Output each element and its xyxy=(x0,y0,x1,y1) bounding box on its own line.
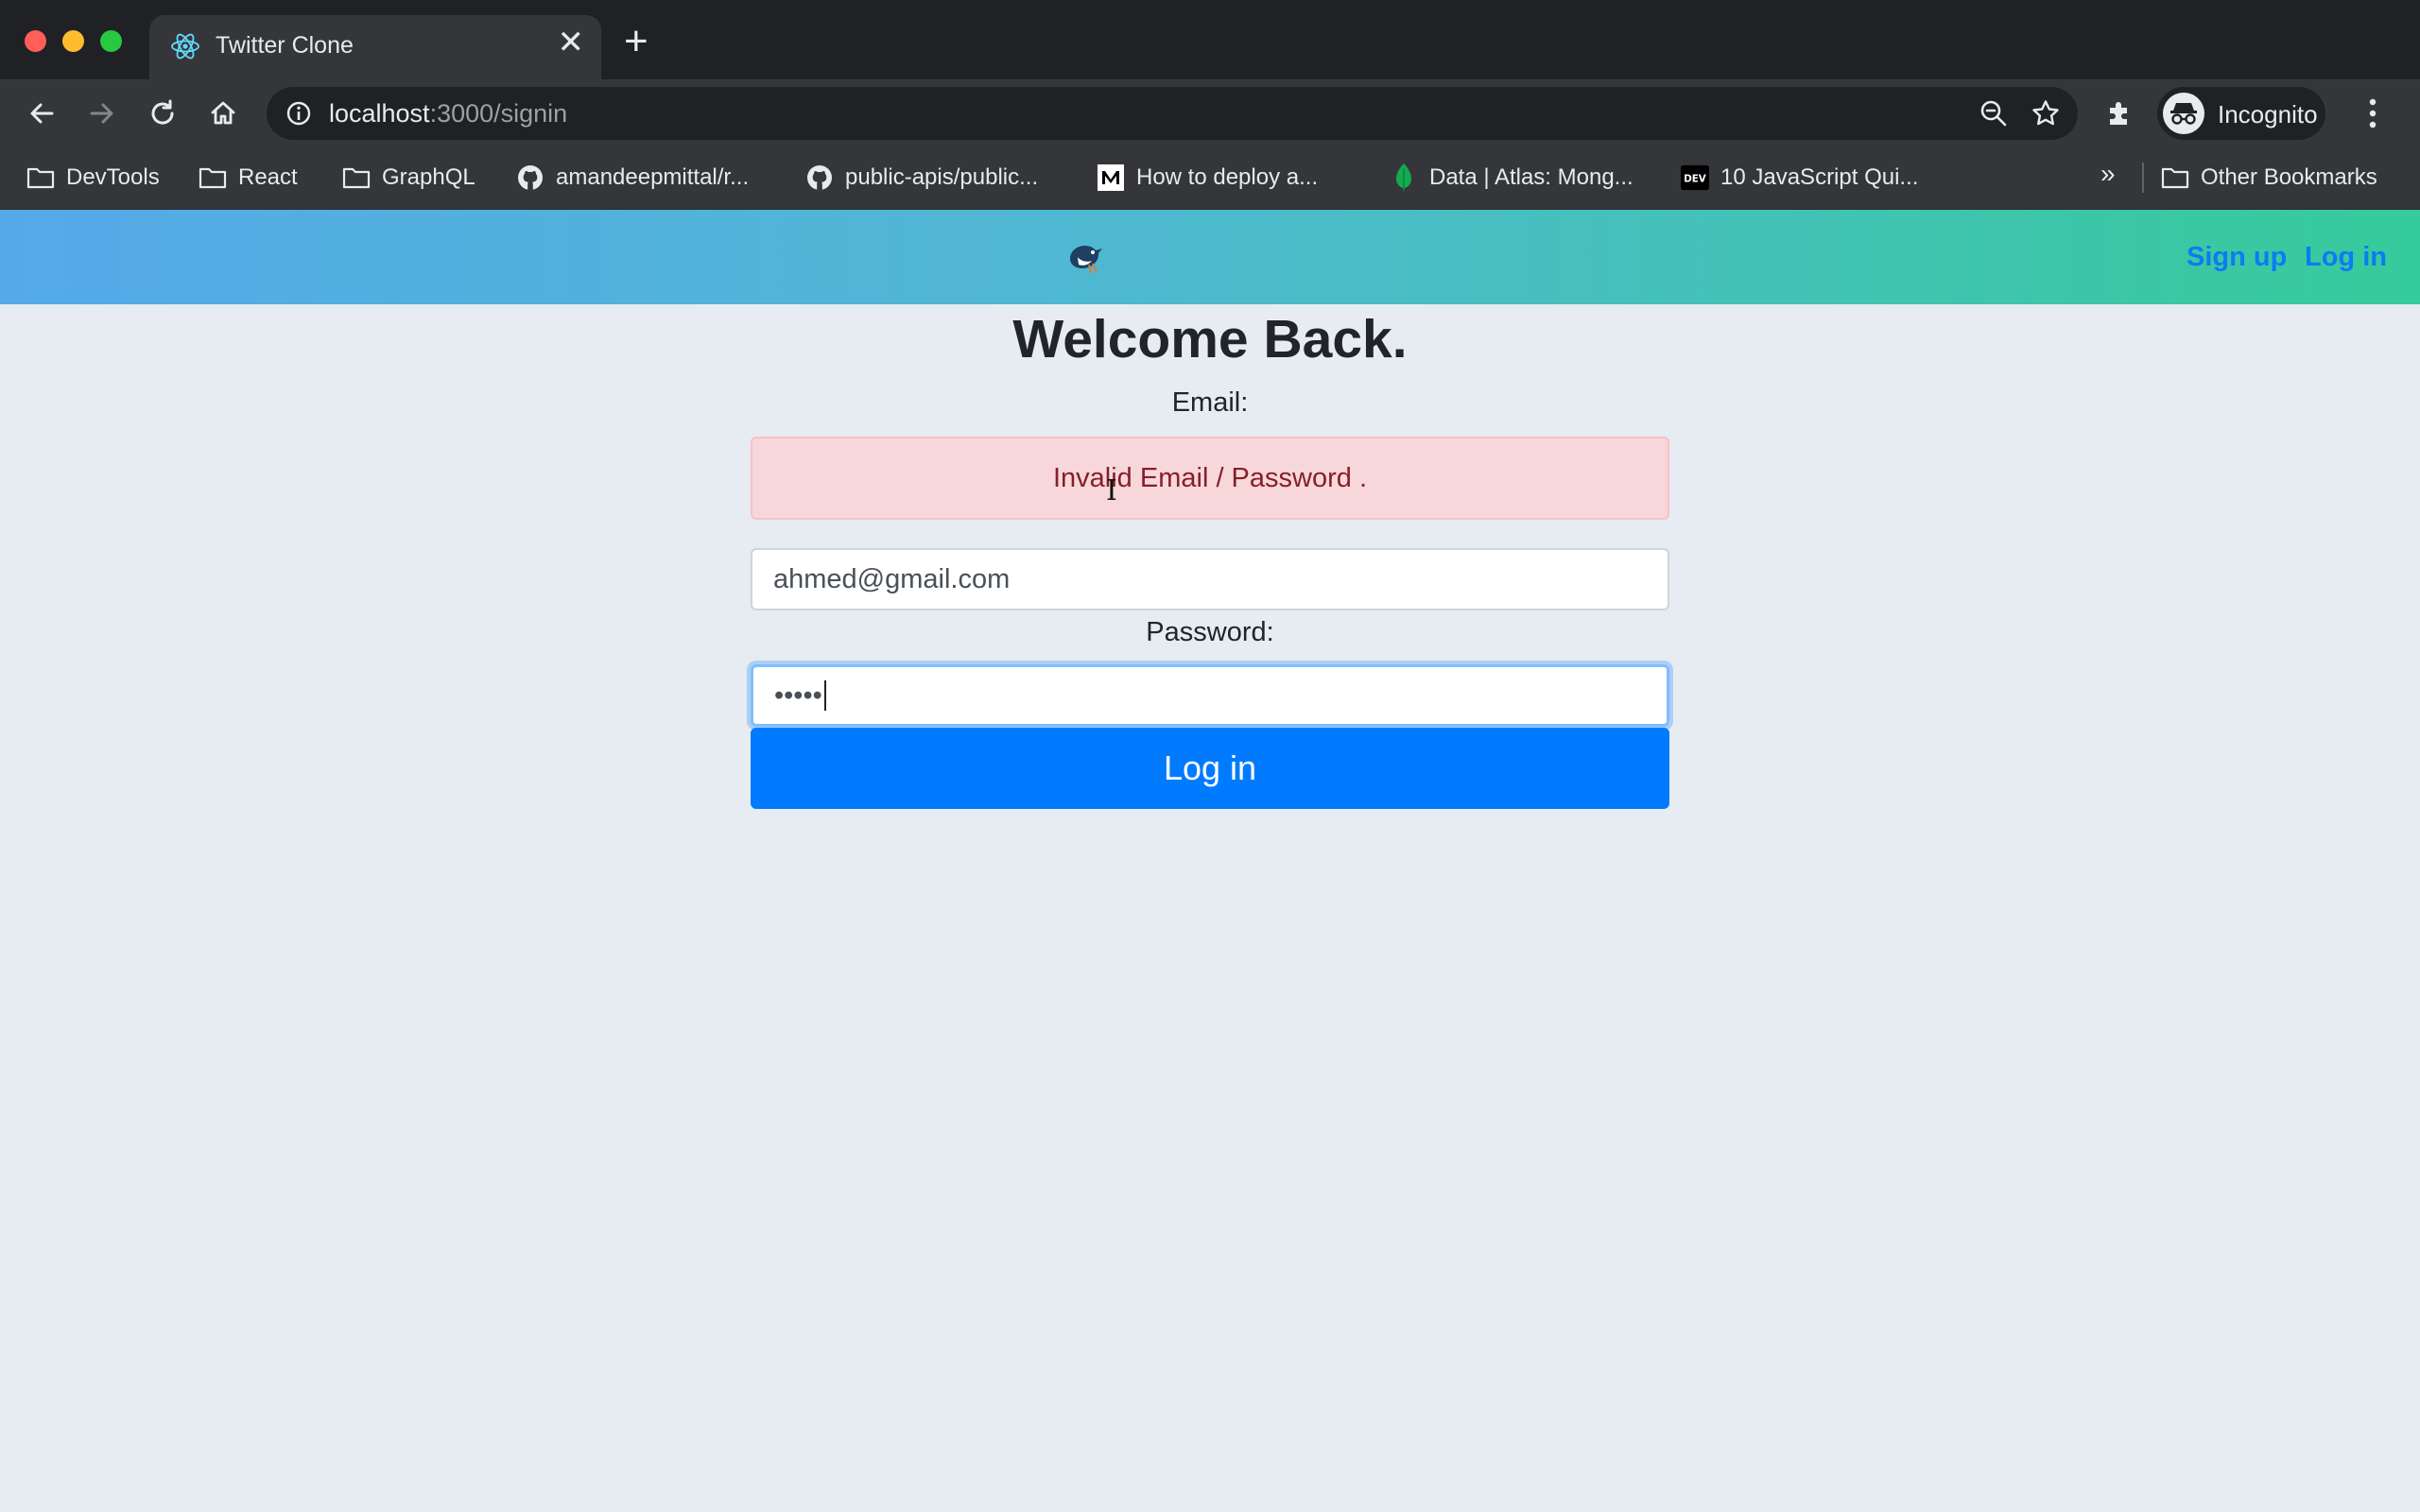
url-text: localhost:3000/signin xyxy=(329,99,567,129)
close-window-button[interactable] xyxy=(25,30,46,52)
bookmark-label: public-apis/public... xyxy=(845,164,1039,190)
home-icon[interactable] xyxy=(204,94,242,132)
bookmarks-divider xyxy=(2142,163,2144,193)
bird-icon[interactable] xyxy=(1064,238,1106,281)
url-host: localhost xyxy=(329,99,430,128)
github-icon xyxy=(805,163,834,192)
back-arrow-icon[interactable] xyxy=(23,94,60,132)
login-link[interactable]: Log in xyxy=(2305,242,2387,273)
email-value: ahmed@gmail.com xyxy=(773,563,1011,594)
zoom-out-icon[interactable] xyxy=(1979,99,2008,132)
bookmark-graphql[interactable]: GraphQL xyxy=(342,161,475,195)
maximize-window-button[interactable] xyxy=(100,30,122,52)
browser-menu-icon[interactable] xyxy=(2367,96,2378,135)
incognito-icon xyxy=(2163,93,2204,134)
site-info-icon[interactable] xyxy=(285,100,312,131)
browser-tab[interactable]: Twitter Clone ✕ xyxy=(149,15,601,79)
minimize-window-button[interactable] xyxy=(62,30,84,52)
incognito-label: Incognito xyxy=(2218,100,2318,129)
bookmark-label: React xyxy=(238,164,298,190)
url-path: :3000/signin xyxy=(429,99,568,128)
text-cursor-icon: I xyxy=(1106,474,1117,507)
text-caret xyxy=(823,680,826,711)
folder-icon xyxy=(199,163,227,192)
reload-icon[interactable] xyxy=(144,94,182,132)
bookmark-amandeepmittal[interactable]: amandeepmittal/r... xyxy=(516,161,749,195)
signup-link[interactable]: Sign up xyxy=(2187,242,2287,273)
bookmark-label: amandeepmittal/r... xyxy=(556,164,750,190)
password-label: Password: xyxy=(1146,617,1274,647)
other-bookmarks-label: Other Bookmarks xyxy=(2201,164,2377,190)
bookmarks-overflow-button[interactable]: » xyxy=(2100,159,2116,189)
svg-text:DEV: DEV xyxy=(1684,174,1706,185)
browser-titlebar: Twitter Clone ✕ + xyxy=(0,0,2420,79)
bookmark-react[interactable]: React xyxy=(199,161,298,195)
folder-icon xyxy=(342,163,371,192)
bookmark-devtools[interactable]: DevTools xyxy=(26,161,160,195)
github-icon xyxy=(516,163,544,192)
browser-toolbar: localhost:3000/signin Incognito xyxy=(0,79,2420,147)
password-value: ••••• xyxy=(774,679,822,711)
bookmark-mongodb-atlas[interactable]: Data | Atlas: Mong... xyxy=(1390,161,1634,195)
password-input[interactable]: ••••• xyxy=(751,664,1669,727)
error-alert: Invalid Email / Password . xyxy=(751,437,1669,520)
bookmark-label: Data | Atlas: Mong... xyxy=(1429,164,1634,190)
react-icon xyxy=(170,31,200,61)
bookmark-deploy-article[interactable]: How to deploy a... xyxy=(1097,161,1318,195)
extensions-puzzle-icon[interactable] xyxy=(2104,98,2135,133)
folder-icon xyxy=(26,163,55,192)
dev-icon: DEV xyxy=(1681,163,1709,192)
folder-icon xyxy=(2161,163,2189,192)
site-navbar: Sign up Log in xyxy=(0,210,2420,304)
bookmark-label: DevTools xyxy=(66,164,160,190)
close-tab-icon[interactable]: ✕ xyxy=(558,26,585,59)
login-button[interactable]: Log in xyxy=(751,728,1669,809)
mongodb-leaf-icon xyxy=(1390,163,1418,192)
page-title: Welcome Back. xyxy=(1012,309,1408,369)
other-bookmarks[interactable]: Other Bookmarks xyxy=(2161,161,2377,195)
bookmark-label: How to deploy a... xyxy=(1136,164,1319,190)
bookmark-label: GraphQL xyxy=(382,164,475,190)
email-input[interactable]: ahmed@gmail.com xyxy=(751,548,1669,610)
new-tab-button[interactable]: + xyxy=(624,20,648,61)
bookmark-label: 10 JavaScript Qui... xyxy=(1720,164,1919,190)
incognito-profile-button[interactable]: Incognito xyxy=(2157,87,2325,140)
bookmark-star-icon[interactable] xyxy=(2031,98,2061,133)
email-label: Email: xyxy=(1171,387,1249,418)
bookmark-dev-quiz[interactable]: DEV 10 JavaScript Qui... xyxy=(1681,161,1918,195)
bookmarks-bar: DevTools React GraphQL amandeepmittal/r.… xyxy=(0,147,2420,210)
forward-arrow-icon[interactable] xyxy=(83,94,121,132)
address-bar[interactable]: localhost:3000/signin xyxy=(267,87,2078,140)
bookmark-public-apis[interactable]: public-apis/public... xyxy=(805,161,1038,195)
medium-icon xyxy=(1097,163,1125,192)
tab-title: Twitter Clone xyxy=(216,32,354,59)
